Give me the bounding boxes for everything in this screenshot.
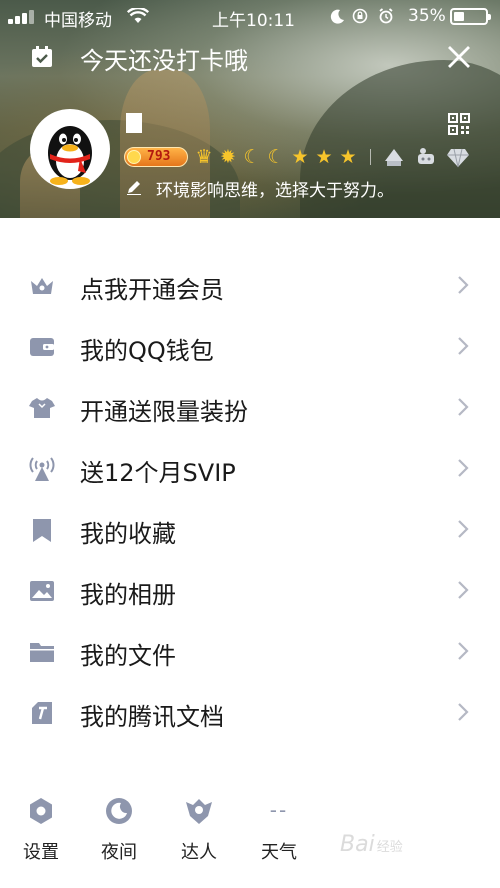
status-bar: 中国移动 上午10:11 35% bbox=[0, 0, 500, 32]
menu-label: 我的收藏 bbox=[80, 520, 176, 548]
level-bar[interactable]: 793 ♛ ✹ ☾ ☾ ★ ★ ★ bbox=[124, 145, 484, 169]
moon-level-icon: ☾ bbox=[267, 146, 285, 168]
menu-label: 我的文件 bbox=[80, 642, 176, 670]
sun-level-icon: ✹ bbox=[220, 146, 236, 168]
menu-label: 送12个月SVIP bbox=[80, 459, 236, 487]
alarm-icon bbox=[379, 8, 393, 24]
menu-item-outfit[interactable]: 开通送限量装扮 bbox=[0, 378, 500, 438]
calendar-check-icon[interactable] bbox=[30, 45, 54, 69]
menu-item-files[interactable]: 我的文件 bbox=[0, 622, 500, 682]
divider bbox=[370, 149, 371, 165]
folder-icon bbox=[30, 643, 54, 662]
night-mode-icon bbox=[106, 798, 132, 824]
points-value: 793 bbox=[147, 149, 171, 164]
star-level-icon: ★ bbox=[339, 146, 357, 168]
shirt-icon bbox=[29, 398, 55, 418]
chevron-right-icon bbox=[458, 459, 469, 477]
game-service-icon[interactable] bbox=[414, 145, 438, 169]
menu-label: 开通送限量装扮 bbox=[80, 398, 248, 426]
moon-level-icon: ☾ bbox=[243, 146, 261, 168]
menu-label: 我的相册 bbox=[80, 581, 176, 609]
chevron-right-icon bbox=[458, 398, 469, 416]
menu-label: 我的QQ钱包 bbox=[80, 337, 214, 365]
night-label: 夜间 bbox=[101, 842, 137, 863]
chevron-right-icon bbox=[458, 337, 469, 355]
expert-button[interactable]: 达人 bbox=[168, 796, 228, 866]
weather-value: -- bbox=[269, 798, 289, 822]
avatar[interactable] bbox=[30, 109, 110, 189]
gear-icon bbox=[30, 798, 52, 824]
chevron-right-icon bbox=[458, 642, 469, 660]
close-icon[interactable] bbox=[444, 42, 474, 72]
edit-icon bbox=[127, 181, 141, 195]
photo-icon bbox=[30, 581, 54, 601]
night-mode-button[interactable]: 夜间 bbox=[88, 796, 148, 866]
moon-icon bbox=[330, 9, 344, 24]
star-level-icon: ★ bbox=[315, 146, 333, 168]
coin-icon bbox=[127, 150, 141, 164]
broadcast-icon bbox=[29, 457, 55, 481]
chevron-right-icon bbox=[458, 520, 469, 538]
chevron-right-icon bbox=[458, 276, 469, 294]
signal-icon bbox=[8, 10, 38, 24]
wallet-icon bbox=[30, 338, 54, 356]
wifi-icon bbox=[127, 8, 149, 23]
status-time: 上午10:11 bbox=[212, 11, 295, 31]
expert-icon bbox=[186, 799, 212, 824]
menu-item-favorites[interactable]: 我的收藏 bbox=[0, 500, 500, 560]
menu-item-album[interactable]: 我的相册 bbox=[0, 561, 500, 621]
qq-penguin-icon bbox=[48, 126, 92, 185]
watermark-text: Bai bbox=[340, 832, 375, 857]
crown-icon bbox=[31, 278, 53, 294]
qr-code-icon[interactable] bbox=[448, 113, 470, 135]
battery-icon bbox=[450, 8, 491, 25]
star-level-icon: ★ bbox=[291, 146, 309, 168]
signature-text: 环境影响思维，选择大于努力。 bbox=[156, 181, 394, 201]
menu-label: 点我开通会员 bbox=[80, 276, 224, 304]
carrier-name: 中国移动 bbox=[44, 11, 112, 31]
expert-label: 达人 bbox=[181, 842, 217, 863]
menu-item-tencent-docs[interactable]: 我的腾讯文档 bbox=[0, 683, 500, 743]
weather-label: 天气 bbox=[261, 842, 297, 863]
lock-rotation-icon bbox=[352, 8, 368, 24]
settings-button[interactable]: 设置 bbox=[10, 796, 70, 866]
chevron-right-icon bbox=[458, 703, 469, 721]
bookmark-icon bbox=[33, 519, 51, 542]
menu-label: 我的腾讯文档 bbox=[80, 703, 224, 731]
points-badge: 793 bbox=[124, 147, 188, 167]
baidu-watermark: Bai 经验 bbox=[340, 832, 403, 857]
diamond-service-icon[interactable] bbox=[446, 145, 470, 169]
watermark-suffix: 经验 bbox=[376, 840, 403, 855]
menu-item-svip[interactable]: 送12个月SVIP bbox=[0, 439, 500, 499]
tencent-docs-icon bbox=[32, 702, 52, 724]
checkin-prompt[interactable]: 今天还没打卡哦 bbox=[80, 41, 248, 76]
chevron-right-icon bbox=[458, 581, 469, 599]
settings-label: 设置 bbox=[23, 842, 59, 863]
nickname-block[interactable] bbox=[126, 113, 142, 133]
profile-header: 中国移动 上午10:11 35% 今天还没打卡哦 793 ♛ ✹ ☾ ☾ ★ ★… bbox=[0, 0, 500, 218]
menu-item-vip[interactable]: 点我开通会员 bbox=[0, 256, 500, 316]
menu-item-wallet[interactable]: 我的QQ钱包 bbox=[0, 317, 500, 377]
battery-percent: 35% bbox=[408, 6, 446, 26]
vip-service-icon[interactable] bbox=[382, 145, 406, 169]
crown-level-icon: ♛ bbox=[195, 146, 213, 168]
weather-button[interactable]: -- 天气 bbox=[248, 796, 308, 866]
